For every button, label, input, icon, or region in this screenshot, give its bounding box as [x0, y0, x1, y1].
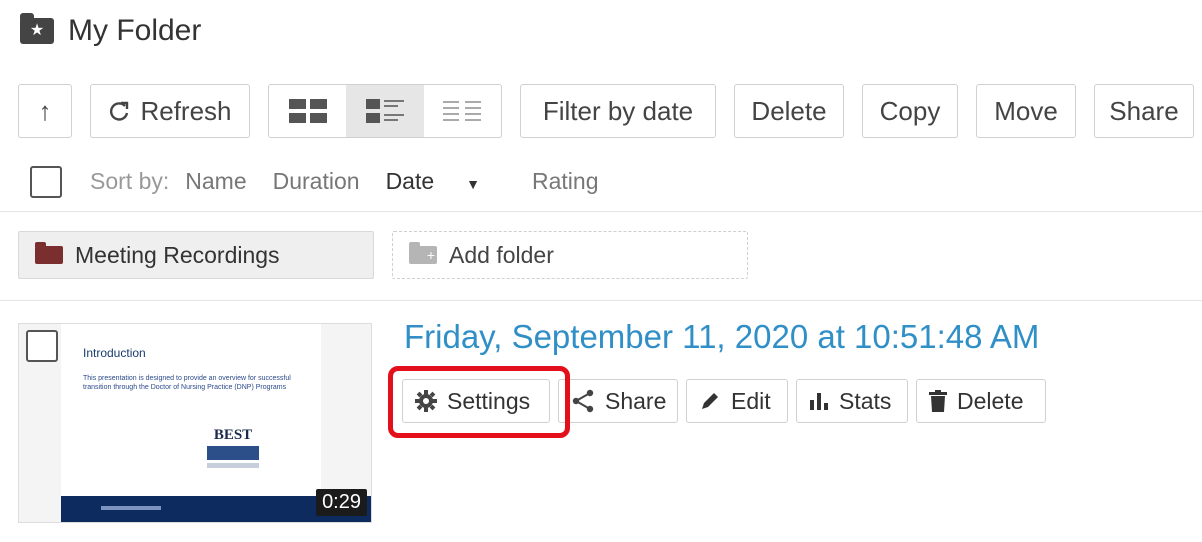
share-label: Share	[605, 387, 667, 414]
sort-label: Sort by:	[90, 168, 170, 194]
page-title: My Folder	[68, 14, 202, 47]
stats-button[interactable]: Stats	[796, 379, 908, 423]
badge-band	[207, 446, 259, 460]
divider	[0, 211, 1202, 212]
folder-add-icon: +	[409, 242, 437, 264]
recording-thumbnail[interactable]: Introduction This presentation is design…	[18, 323, 372, 523]
up-button[interactable]: ↑	[18, 84, 72, 138]
select-all-checkbox[interactable]	[30, 166, 62, 198]
caret-down-icon: ▼	[466, 176, 481, 192]
sort-name[interactable]: Name	[185, 168, 246, 195]
sort-rating[interactable]: Rating	[532, 168, 598, 195]
add-folder-button[interactable]: + Add folder	[392, 231, 748, 279]
arrow-up-icon: ↑	[38, 95, 52, 126]
slide-body: This presentation is designed to provide…	[83, 375, 291, 391]
page: ★ My Folder ↑ Refresh Filter by date Del…	[0, 0, 1202, 542]
edit-label: Edit	[731, 387, 771, 414]
move-button[interactable]: Move	[976, 84, 1076, 138]
view-grid-button[interactable]	[269, 85, 346, 137]
filter-by-date-button[interactable]: Filter by date	[520, 84, 716, 138]
folder-icon	[35, 242, 63, 264]
folder-meeting-recordings[interactable]: Meeting Recordings	[18, 231, 374, 279]
folder-star-icon: ★	[20, 13, 54, 44]
badge-text: BEST	[213, 427, 253, 443]
recording-checkbox[interactable]	[26, 330, 58, 362]
trash-icon	[929, 390, 947, 412]
folder-label: Meeting Recordings	[75, 241, 280, 268]
slide-title: Introduction	[83, 346, 146, 360]
share-icon	[571, 389, 595, 413]
sort-date-label: Date	[385, 168, 435, 194]
delete-button[interactable]: Delete	[734, 84, 844, 138]
settings-highlight-box	[388, 366, 570, 438]
view-toggle-group	[268, 84, 502, 138]
refresh-label: Refresh	[140, 95, 232, 126]
university-logo	[101, 506, 161, 510]
list-view-icon	[443, 99, 482, 123]
add-folder-label: Add folder	[449, 241, 554, 268]
sort-duration[interactable]: Duration	[273, 168, 360, 195]
grid-view-icon	[288, 99, 327, 123]
badge-line	[207, 463, 259, 468]
bar-chart-icon	[809, 391, 829, 411]
sort-bar: Sort by: Name Duration Date ▼ Rating	[90, 168, 625, 195]
stats-label: Stats	[839, 387, 892, 414]
edit-button[interactable]: Edit	[686, 379, 788, 423]
refresh-icon	[108, 100, 130, 122]
page-header: ★ My Folder	[20, 13, 202, 48]
delete-recording-button[interactable]: Delete	[916, 379, 1046, 423]
award-badge-logo: BEST	[207, 428, 259, 476]
sort-date[interactable]: Date ▼	[386, 168, 506, 195]
refresh-button[interactable]: Refresh	[90, 84, 250, 138]
divider	[0, 300, 1202, 301]
recording-title-link[interactable]: Friday, September 11, 2020 at 10:51:48 A…	[404, 318, 1039, 356]
view-list-button[interactable]	[424, 85, 501, 137]
view-detail-button[interactable]	[346, 85, 424, 137]
slide-preview: Introduction This presentation is design…	[61, 324, 323, 500]
detail-view-icon	[365, 99, 404, 123]
delete-label: Delete	[957, 387, 1024, 414]
duration-badge: 0:29	[316, 489, 367, 516]
pencil-icon	[699, 390, 721, 412]
share-button[interactable]: Share	[1094, 84, 1194, 138]
share-recording-button[interactable]: Share	[558, 379, 678, 423]
copy-button[interactable]: Copy	[862, 84, 958, 138]
